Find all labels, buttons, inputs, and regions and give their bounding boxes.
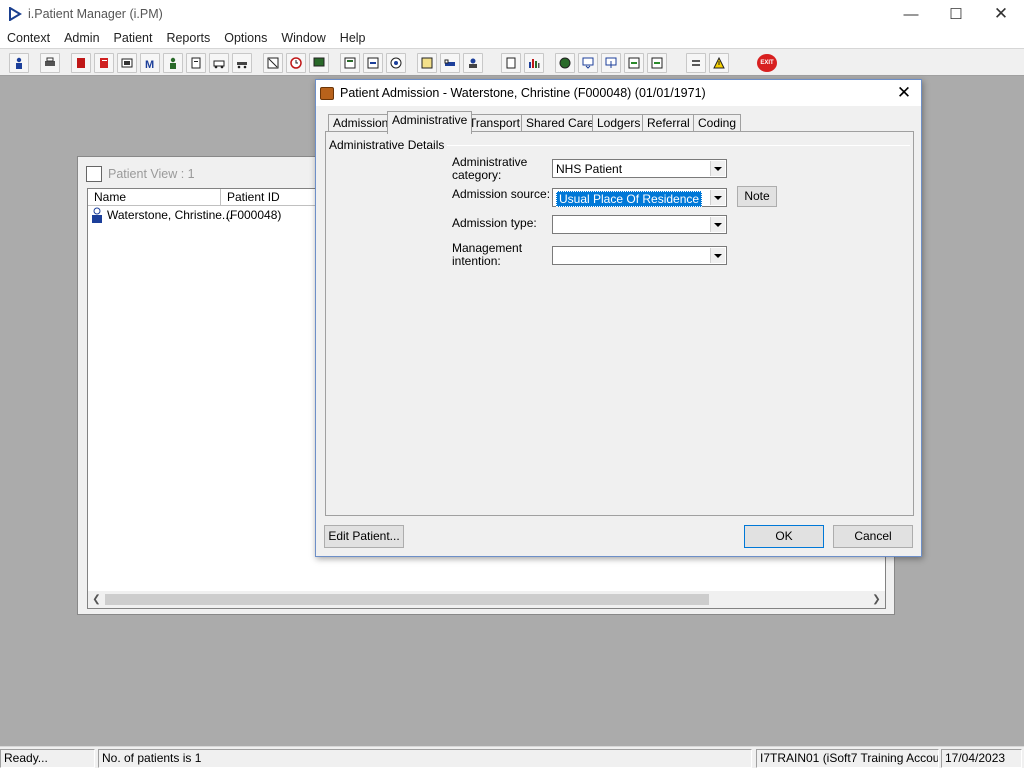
minimize-button[interactable]: — bbox=[888, 0, 934, 28]
status-bar: Ready... No. of patients is 1 I7TRAIN01 … bbox=[0, 746, 1024, 768]
menu-reports[interactable]: Reports bbox=[159, 31, 217, 45]
printer-icon[interactable] bbox=[40, 53, 60, 73]
inbox-icon[interactable] bbox=[601, 53, 621, 73]
column-header-name[interactable]: Name bbox=[88, 189, 221, 206]
exit-button[interactable]: EXIT bbox=[757, 54, 777, 72]
app-logo-icon bbox=[9, 7, 22, 21]
status-date: 17/04/2023 bbox=[941, 749, 1022, 768]
bar-chart-icon[interactable] bbox=[524, 53, 544, 73]
management-intention-select[interactable] bbox=[552, 246, 727, 265]
note-icon[interactable] bbox=[417, 53, 437, 73]
notes-icon[interactable] bbox=[94, 53, 114, 73]
patient-view-icon bbox=[86, 166, 102, 182]
patient-row-id: (F000048) bbox=[226, 208, 282, 222]
ok-button[interactable]: OK bbox=[744, 525, 824, 548]
note-button[interactable]: Note bbox=[737, 186, 777, 207]
admission-type-select[interactable] bbox=[552, 215, 727, 234]
svg-text:M: M bbox=[145, 59, 154, 69]
forms-icon[interactable] bbox=[186, 53, 206, 73]
m-icon[interactable]: M bbox=[140, 53, 160, 73]
menu-options[interactable]: Options bbox=[217, 31, 274, 45]
status-patient-count: No. of patients is 1 bbox=[98, 749, 752, 768]
column-header-patient-id[interactable]: Patient ID bbox=[221, 189, 321, 206]
patient-admission-dialog: Patient Admission - Waterstone, Christin… bbox=[315, 79, 922, 557]
management-intention-label: Management intention: bbox=[452, 241, 523, 268]
list-icon[interactable] bbox=[340, 53, 360, 73]
menu-bar: Context Admin Patient Reports Options Wi… bbox=[0, 28, 1024, 48]
doctor-icon[interactable] bbox=[163, 53, 183, 73]
status-account: I7TRAIN01 (iSoft7 Training Account) bbox=[756, 749, 939, 768]
scroll-left-icon[interactable]: ❮ bbox=[88, 591, 105, 608]
menu-window[interactable]: Window bbox=[274, 31, 332, 45]
group-divider bbox=[434, 145, 910, 146]
transfer-icon[interactable] bbox=[463, 53, 483, 73]
status-ready: Ready... bbox=[0, 749, 95, 768]
monitor-icon[interactable] bbox=[309, 53, 329, 73]
administrative-category-label: Administrative category: bbox=[452, 155, 528, 182]
dialog-titlebar[interactable]: Patient Admission - Waterstone, Christin… bbox=[316, 80, 921, 106]
globe-icon[interactable] bbox=[555, 53, 575, 73]
clock-icon[interactable] bbox=[286, 53, 306, 73]
chevron-down-icon[interactable] bbox=[710, 161, 725, 176]
bed-icon[interactable] bbox=[440, 53, 460, 73]
stretcher-icon[interactable] bbox=[232, 53, 252, 73]
edit-patient-button[interactable]: Edit Patient... bbox=[324, 525, 404, 548]
register-icon[interactable] bbox=[117, 53, 137, 73]
horizontal-scrollbar[interactable]: ❮ ❯ bbox=[88, 591, 885, 608]
export-icon[interactable] bbox=[624, 53, 644, 73]
administrative-category-value: NHS Patient bbox=[556, 162, 623, 176]
download-icon[interactable] bbox=[578, 53, 598, 73]
document-icon[interactable] bbox=[501, 53, 521, 73]
administrative-details-label: Administrative Details bbox=[329, 138, 448, 152]
patient-row-icon bbox=[90, 207, 104, 223]
warning-icon[interactable] bbox=[709, 53, 729, 73]
admission-type-label: Admission type: bbox=[452, 216, 537, 230]
patient-row-name: Waterstone, Christine... bbox=[107, 208, 232, 222]
chevron-down-icon[interactable] bbox=[710, 190, 725, 205]
import-icon[interactable] bbox=[647, 53, 667, 73]
ambulance-icon[interactable] bbox=[209, 53, 229, 73]
target-icon[interactable] bbox=[386, 53, 406, 73]
menu-patient[interactable]: Patient bbox=[107, 31, 160, 45]
dialog-close-button[interactable]: ✕ bbox=[893, 83, 915, 103]
cancel-icon[interactable] bbox=[263, 53, 283, 73]
admission-source-select[interactable]: Usual Place Of Residence bbox=[552, 188, 727, 207]
chevron-down-icon[interactable] bbox=[710, 217, 725, 232]
swap-icon[interactable] bbox=[686, 53, 706, 73]
patient-view-title: Patient View : 1 bbox=[108, 167, 195, 181]
admission-source-label: Admission source: bbox=[452, 187, 551, 201]
toolbar: M bbox=[0, 48, 1024, 76]
administrative-tab-panel: Administrative Details Administrative ca… bbox=[325, 131, 914, 516]
app-title-bar: i.Patient Manager (i.PM) — ☐ ✕ bbox=[0, 0, 1024, 28]
chevron-down-icon[interactable] bbox=[710, 248, 725, 263]
book-icon[interactable] bbox=[71, 53, 91, 73]
app-title: i.Patient Manager (i.PM) bbox=[28, 7, 163, 21]
cancel-button[interactable]: Cancel bbox=[833, 525, 913, 548]
menu-help[interactable]: Help bbox=[333, 31, 373, 45]
tab-administrative[interactable]: Administrative bbox=[387, 111, 473, 134]
chart-icon[interactable] bbox=[363, 53, 383, 73]
scroll-thumb[interactable] bbox=[105, 594, 709, 605]
menu-admin[interactable]: Admin bbox=[57, 31, 106, 45]
briefcase-icon bbox=[320, 86, 334, 100]
administrative-category-select[interactable]: NHS Patient bbox=[552, 159, 727, 178]
menu-context[interactable]: Context bbox=[0, 31, 57, 45]
dialog-title: Patient Admission - Waterstone, Christin… bbox=[340, 86, 706, 100]
close-app-button[interactable]: ✕ bbox=[978, 0, 1024, 28]
scroll-right-icon[interactable]: ❯ bbox=[868, 591, 885, 608]
patient-icon[interactable] bbox=[9, 53, 29, 73]
admission-source-value: Usual Place Of Residence bbox=[556, 191, 703, 207]
maximize-button[interactable]: ☐ bbox=[933, 0, 979, 28]
